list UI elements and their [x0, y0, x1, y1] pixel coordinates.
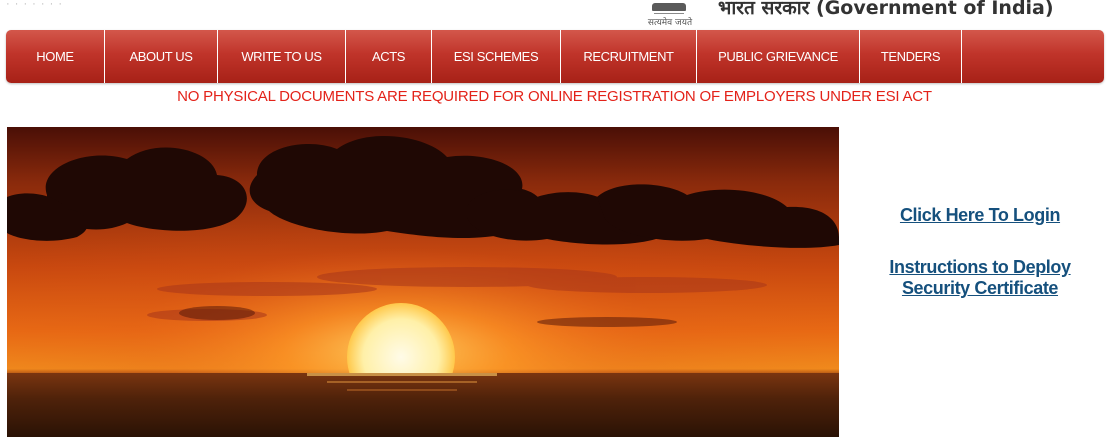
sunset-banner-image [7, 127, 839, 437]
nav-item-public-grievance[interactable]: PUBLIC GRIEVANCE [697, 30, 860, 83]
page: · · · · · · · सत्यमेव जयते भारत सरकार (G… [0, 0, 1109, 439]
login-link[interactable]: Click Here To Login [860, 205, 1100, 226]
emblem-motto: सत्यमेव जयते [647, 18, 693, 28]
deploy-certificate-link[interactable]: Instructions to Deploy Security Certific… [860, 257, 1100, 299]
nav-item-home[interactable]: HOME [6, 30, 105, 83]
government-title: भारत सरकार (Government of India) [718, 0, 1054, 19]
side-links: Click Here To Login Instructions to Depl… [860, 205, 1100, 299]
main-navbar: HOME ABOUT US WRITE TO US ACTS ESI SCHEM… [6, 30, 1104, 83]
deploy-link-line2: Security Certificate [901, 278, 1059, 298]
top-header: · · · · · · · सत्यमेव जयते भारत सरकार (G… [0, 0, 1109, 30]
nav-item-acts[interactable]: ACTS [346, 30, 432, 83]
nav-item-about-us[interactable]: ABOUT US [105, 30, 218, 83]
nav-item-recruitment[interactable]: RECRUITMENT [561, 30, 697, 83]
deploy-link-line1: Instructions to Deploy [889, 257, 1071, 277]
nav-item-tenders[interactable]: TENDERS [860, 30, 962, 83]
header-faint-text: · · · · · · · [6, 0, 63, 10]
nav-item-write-to-us[interactable]: WRITE TO US [218, 30, 346, 83]
registration-notice: NO PHYSICAL DOCUMENTS ARE REQUIRED FOR O… [177, 88, 932, 105]
national-emblem-icon: सत्यमेव जयते [640, 2, 700, 30]
nav-item-esi-schemes[interactable]: ESI SCHEMES [432, 30, 561, 83]
